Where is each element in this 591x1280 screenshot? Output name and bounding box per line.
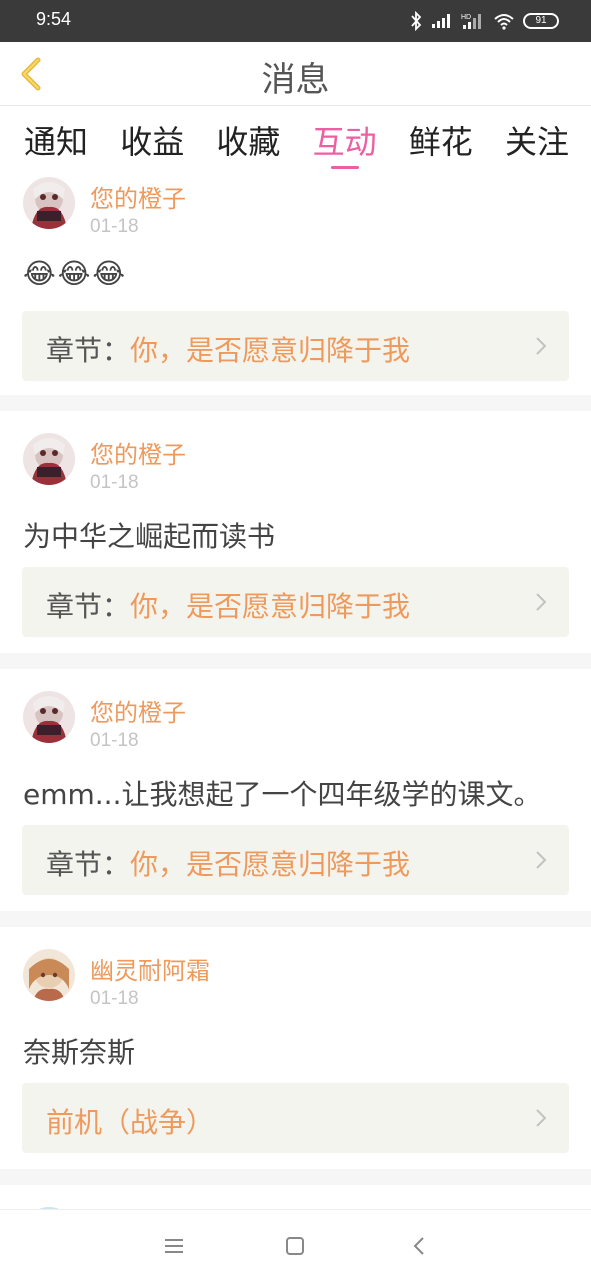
svg-text:HD: HD <box>461 14 471 21</box>
message-date: 01-18 <box>90 472 139 493</box>
chapter-link[interactable]: 章节：你，是否愿意归降于我 <box>22 567 569 637</box>
top-bar: 消息 <box>0 42 591 106</box>
comment-text: 😂😂😂 <box>23 257 128 290</box>
chevron-right-icon <box>536 337 547 355</box>
avatar[interactable] <box>23 949 75 1001</box>
avatar[interactable] <box>23 177 75 229</box>
bluetooth-icon <box>411 11 422 31</box>
message-card: 幽灵耐阿霜 01-18 奈斯奈斯 前机（战争） <box>0 927 591 1169</box>
tab-flowers[interactable]: 鲜花 <box>409 107 473 173</box>
back-icon[interactable] <box>406 1232 434 1260</box>
avatar[interactable] <box>23 433 75 485</box>
message-date: 01-18 <box>90 216 139 237</box>
status-bar: 9:54 HD 91 <box>0 0 591 42</box>
chevron-right-icon <box>536 851 547 869</box>
tab-bar: 通知 收益 收藏 互动 鲜花 关注 <box>0 107 591 173</box>
message-feed: 您的橙子 01-18 😂😂😂 章节：你，是否愿意归降于我 您的橙子 01-18 … <box>0 173 591 1259</box>
home-icon[interactable] <box>281 1232 309 1260</box>
battery-indicator: 91 <box>523 13 559 29</box>
chapter-link[interactable]: 章节：你，是否愿意归降于我 <box>22 825 569 895</box>
message-card: 您的橙子 01-18 😂😂😂 章节：你，是否愿意归降于我 <box>0 173 591 395</box>
chevron-right-icon <box>536 593 547 611</box>
tab-notify[interactable]: 通知 <box>24 107 88 173</box>
chapter-prefix: 章节： <box>46 334 131 367</box>
username[interactable]: 您的橙子 <box>90 179 186 214</box>
chapter-prefix: 章节： <box>46 590 131 623</box>
chapter-title: 你，是否愿意归降于我 <box>130 848 411 881</box>
chapter-title: 你，是否愿意归降于我 <box>130 590 411 623</box>
menu-icon[interactable] <box>160 1232 188 1260</box>
hd-signal-icon: HD <box>461 14 481 29</box>
comment-text: 为中华之崛起而读书 <box>23 520 276 553</box>
message-card: 您的橙子 01-18 为中华之崛起而读书 章节：你，是否愿意归降于我 <box>0 411 591 653</box>
message-date: 01-18 <box>90 730 139 751</box>
wifi-icon <box>494 14 514 30</box>
username[interactable]: 您的橙子 <box>90 435 186 470</box>
chevron-right-icon <box>536 1109 547 1127</box>
divider <box>0 1169 591 1185</box>
tab-earnings[interactable]: 收益 <box>120 107 184 173</box>
chapter-title: 你，是否愿意归降于我 <box>130 334 411 367</box>
system-nav-bar <box>0 1209 591 1280</box>
avatar[interactable] <box>23 691 75 743</box>
chapter-prefix: 章节： <box>46 848 131 881</box>
signal-icon <box>432 14 450 28</box>
comment-text: 奈斯奈斯 <box>23 1036 136 1069</box>
divider <box>0 653 591 669</box>
divider <box>0 395 591 411</box>
tab-interaction[interactable]: 互动 <box>313 107 377 173</box>
page-title: 消息 <box>261 60 330 100</box>
status-icons: HD 91 <box>409 10 559 32</box>
status-time: 9:54 <box>36 9 72 29</box>
chapter-link[interactable]: 前机（战争） <box>22 1083 569 1153</box>
tab-follow[interactable]: 关注 <box>505 107 569 173</box>
message-card: 您的橙子 01-18 emm...让我想起了一个四年级学的课文。 章节：你，是否… <box>0 669 591 911</box>
comment-text: emm...让我想起了一个四年级学的课文。 <box>23 778 542 811</box>
divider <box>0 911 591 927</box>
message-date: 01-18 <box>90 988 139 1009</box>
chapter-title: 前机（战争） <box>46 1106 215 1139</box>
chapter-link[interactable]: 章节：你，是否愿意归降于我 <box>22 311 569 381</box>
tab-favorites[interactable]: 收藏 <box>216 107 280 173</box>
username[interactable]: 您的橙子 <box>90 693 186 728</box>
username[interactable]: 幽灵耐阿霜 <box>90 951 210 986</box>
